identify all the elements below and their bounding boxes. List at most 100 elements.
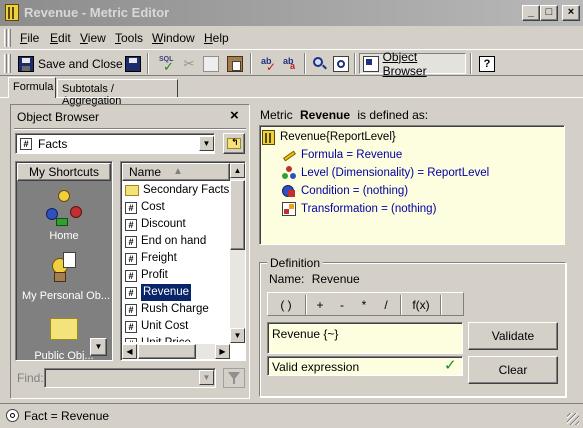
copy-button[interactable] [200,53,222,74]
preview-button[interactable] [330,53,352,74]
list-item[interactable]: # Discount [122,216,230,233]
spell-check-button[interactable]: ab ✓ [258,53,280,74]
chevron-down-icon[interactable]: ▼ [199,136,214,151]
expression-editor[interactable]: Revenue {~} [267,322,463,354]
find-input[interactable]: ▼ [44,368,216,388]
list-item-label: Rush Charge [141,303,209,315]
list-item[interactable]: Secondary Facts [122,182,230,199]
menu-view-label: iew [87,31,106,45]
list-item[interactable]: # Rush Charge [122,301,230,318]
fact-icon: # [125,286,137,299]
shortcuts-header[interactable]: My Shortcuts [17,163,111,181]
parentheses-button[interactable]: ( ) [271,295,301,315]
divide-button[interactable]: / [376,295,396,315]
resize-grip-icon[interactable] [567,413,579,425]
copy-icon [203,55,219,72]
scroll-up-icon[interactable]: ▲ [230,163,245,178]
tree-root-row[interactable]: Revenue{ReportLevel} [262,128,396,146]
object-browser-button[interactable]: Object Browser [359,50,466,78]
list-item[interactable]: # Unit Price [122,335,230,342]
tree-condition-row[interactable]: Condition = (nothing) [282,182,408,200]
multiply-button[interactable]: * [354,295,374,315]
object-browser-close-icon[interactable]: × [230,107,239,124]
list-item[interactable]: # Revenue [122,283,230,302]
close-button[interactable]: × [562,5,580,21]
facts-vertical-scrollbar[interactable]: ▲ ▼ [230,163,245,343]
name-column-header[interactable]: Name ▲ [122,163,230,181]
cut-button[interactable]: ✂ [178,53,200,74]
list-item-label: Profit [141,269,168,281]
menu-grip-2 [8,29,11,47]
fact-icon: # [125,303,137,316]
validate-button[interactable]: Validate [468,322,558,350]
level-icon [282,166,296,180]
find-label: Find: [17,371,44,385]
shortcuts-scroll-down-icon[interactable]: ▼ [90,338,107,356]
fact-icon: # [125,320,137,333]
sql-check-button[interactable]: SQL ✓ [156,53,178,74]
tree-condition-label: Condition = (nothing) [301,185,409,197]
tree-level-row[interactable]: Level (Dimensionality) = ReportLevel [282,164,489,182]
public-folder-icon [50,318,78,340]
fact-icon: # [125,337,137,342]
save-and-close-button[interactable]: Save and Close [15,53,126,74]
find-replace-button[interactable]: ab a [280,53,302,74]
find-dropdown-icon[interactable]: ▼ [199,370,214,385]
menu-window-accel: W [152,31,164,45]
panel-divider [14,128,246,130]
menu-help[interactable]: Help [204,31,229,45]
object-browser-icon [363,55,379,72]
valid-check-icon: ✓ [444,357,457,374]
operator-separator [440,295,442,315]
tree-formula-row[interactable]: Formula = Revenue [282,146,402,164]
help-button[interactable]: ? [476,53,498,74]
save-icon [125,55,141,72]
save-button[interactable] [122,53,144,74]
list-item[interactable]: # Cost [122,199,230,216]
window-title: Revenue - Metric Editor [24,5,170,20]
operator-separator [305,295,307,315]
toolbar-separator [250,53,252,74]
tree-transformation-row[interactable]: Transformation = (nothing) [282,200,436,218]
menu-window[interactable]: Window [152,31,195,45]
menu-edit[interactable]: Edit [50,31,71,45]
list-item-label: Cost [141,201,165,213]
menu-file[interactable]: File [20,31,39,45]
list-item-label: Freight [141,252,177,264]
parent-folder-button[interactable]: ↰ [223,133,245,154]
vertical-scroll-thumb[interactable] [230,180,245,250]
menu-view-accel: V [80,31,88,45]
condition-icon [282,184,296,198]
function-button[interactable]: f(x) [406,295,436,315]
menu-tools[interactable]: Tools [115,31,143,45]
menu-view[interactable]: View [80,31,106,45]
horizontal-scroll-thumb[interactable] [138,344,196,359]
save-and-close-label: Save and Close [38,56,123,71]
menu-tools-label: ools [121,31,144,45]
zoom-button[interactable] [309,53,331,74]
paste-button[interactable] [224,53,246,74]
facts-horizontal-scrollbar[interactable]: ◀ ▶ [122,344,230,359]
fact-icon: # [125,252,137,265]
list-item[interactable]: # Unit Cost [122,318,230,335]
list-item[interactable]: # End on hand [122,233,230,250]
tab-subtotals-aggregation[interactable]: Subtotals / Aggregation [57,79,178,107]
clear-button[interactable]: Clear [468,356,558,384]
plus-button[interactable]: + [310,295,330,315]
scroll-left-icon[interactable]: ◀ [122,344,137,359]
shortcut-my-personal-objects[interactable]: My Personal Ob... [16,250,112,306]
scroll-down-icon[interactable]: ▼ [230,328,245,343]
scroll-right-icon[interactable]: ▶ [215,344,230,359]
minimize-button[interactable]: _ [522,5,540,21]
toolbar-separator [470,53,472,74]
list-item[interactable]: # Freight [122,250,230,267]
object-browser-label: Object Browser [382,49,427,78]
tab-formula[interactable]: Formula [8,77,56,98]
filter-button[interactable] [223,368,245,388]
menu-file-label: ile [27,31,40,45]
folder-dropdown[interactable]: # Facts ▼ [15,133,215,154]
list-item[interactable]: # Profit [122,267,230,284]
shortcut-home[interactable]: Home [16,186,112,244]
maximize-button[interactable]: □ [540,5,558,21]
minus-button[interactable]: - [332,295,352,315]
